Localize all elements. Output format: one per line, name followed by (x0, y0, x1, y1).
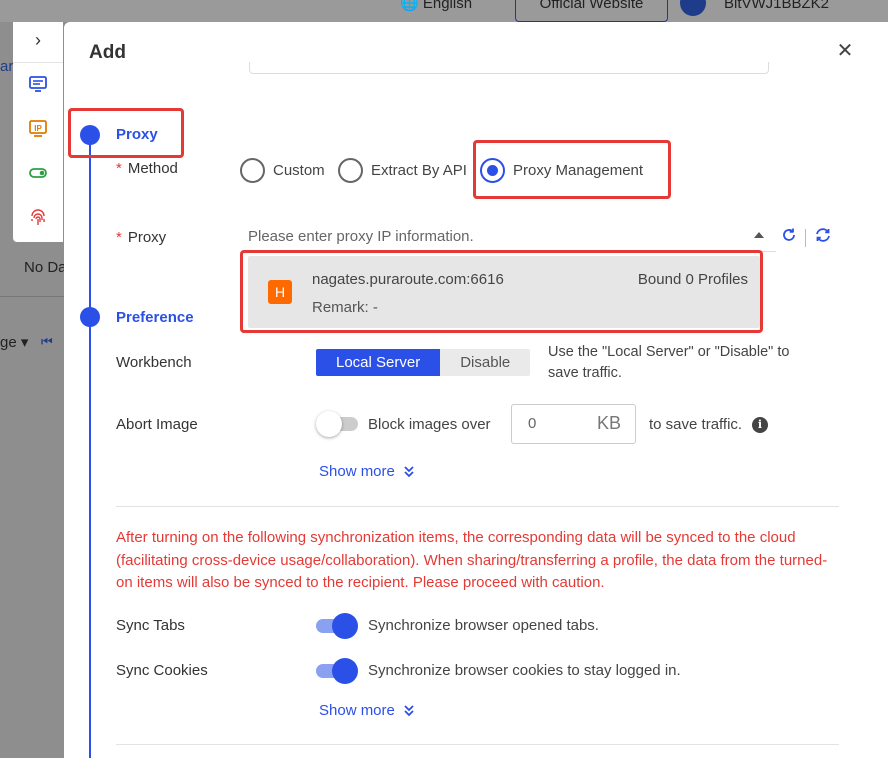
method-label: * Method (116, 160, 178, 177)
user-id: BitVWJ1BBZK2 (724, 0, 830, 12)
actions-divider (805, 228, 806, 247)
radio-label-proxy-management: Proxy Management (513, 161, 644, 179)
timeline-dot-proxy (80, 125, 100, 145)
abort-image-prefix: Block images over (368, 416, 491, 433)
close-icon[interactable]: ✕ (836, 41, 854, 61)
workbench-hint-line-2: save traffic. (548, 365, 622, 381)
workbench-option-disable[interactable]: Disable (440, 349, 531, 376)
language-selector[interactable]: 🌐 English (400, 0, 472, 22)
abort-image-size-unit: KB (596, 413, 621, 433)
section-title-proxy: Proxy (116, 126, 158, 143)
radio-circle-custom[interactable] (240, 157, 265, 183)
ip-icon[interactable]: IP (28, 119, 48, 139)
proxy-label: * Proxy (116, 229, 166, 246)
abort-image-label: Abort Image (116, 416, 198, 433)
section-divider (116, 506, 839, 507)
section-divider-bottom (116, 744, 839, 745)
method-radio-extract-api[interactable]: Extract By API (338, 157, 467, 183)
double-chevron-down-icon (404, 704, 414, 716)
radio-label-extract-api: Extract By API (371, 161, 467, 179)
background-top-bar: 🌐 English Official Website BitVWJ1BBZK2 (0, 0, 888, 22)
sync-tabs-label: Sync Tabs (116, 617, 185, 634)
sync-cookies-label: Sync Cookies (116, 662, 208, 679)
sync-cookies-toggle[interactable] (316, 658, 358, 684)
show-more-label: Show more (319, 463, 395, 480)
sync-tabs-description: Synchronize browser opened tabs. (368, 617, 599, 634)
proxy-select-input[interactable]: Please enter proxy IP information. (248, 224, 776, 252)
toggle-knob (332, 613, 358, 639)
workbench-hint: Use the "Local Server" or "Disable" to s… (548, 342, 789, 384)
chevron-right-icon[interactable]: › (13, 30, 63, 51)
background-divider (0, 296, 64, 297)
show-more-label: Show more (319, 702, 395, 719)
mini-panel-divider (13, 62, 63, 63)
timeline-line (89, 132, 91, 758)
show-more-button[interactable]: Show more (319, 463, 415, 480)
first-page-icon[interactable]: ⏮ (41, 334, 53, 350)
avatar[interactable] (680, 0, 706, 16)
abort-image-toggle[interactable] (316, 411, 358, 437)
workbench-option-local-server[interactable]: Local Server (316, 349, 441, 376)
required-mark: * (116, 160, 122, 177)
proxy-actions (781, 227, 832, 248)
abort-image-size-value: 0 (528, 415, 537, 432)
proxy-provider-badge: H (268, 280, 292, 304)
sync-warning-text: After turning on the following synchroni… (116, 529, 828, 591)
method-radio-proxy-management[interactable]: Proxy Management (480, 157, 643, 183)
radio-circle-extract-api[interactable] (338, 157, 363, 183)
no-data-text: No Da (24, 259, 67, 276)
proxy-option[interactable]: H nagates.puraroute.com:6616 Remark: - B… (248, 256, 760, 328)
method-label-text: Method (127, 160, 178, 177)
fingerprint-icon[interactable] (28, 208, 48, 228)
refresh-icon[interactable] (781, 227, 797, 248)
info-icon[interactable]: i (752, 417, 768, 433)
page-size-selector[interactable]: ge ▾ (0, 333, 28, 351)
proxy-option-remark: Remark: - (312, 299, 378, 316)
sync-cookies-description: Synchronize browser cookies to stay logg… (368, 662, 681, 679)
proxy-label-text: Proxy (127, 229, 167, 246)
modal-title: Add (89, 42, 126, 63)
proxy-option-host: nagates.puraroute.com:6616 (312, 271, 504, 288)
method-radio-custom[interactable]: Custom (240, 157, 325, 183)
workbench-hint-line-1: Use the "Local Server" or "Disable" to (548, 344, 790, 360)
timeline-dot-preference (80, 307, 100, 327)
section-title-preference: Preference (116, 309, 194, 326)
caret-up-icon[interactable] (754, 232, 764, 238)
radio-label-custom: Custom (273, 161, 325, 179)
svg-text:IP: IP (34, 124, 42, 133)
abort-image-suffix: to save traffic. (649, 416, 743, 433)
monitor-icon[interactable] (28, 74, 48, 94)
toggle-knob (316, 411, 342, 437)
radio-circle-proxy-management[interactable] (480, 157, 505, 183)
previous-input-field[interactable] (249, 62, 769, 74)
workbench-segmented: Local Server Disable (316, 349, 531, 376)
sync-icon[interactable] (814, 227, 832, 248)
language-label: English (422, 0, 473, 12)
show-more-button-sync[interactable]: Show more (319, 702, 415, 719)
page-size-label: ge (0, 334, 17, 351)
background-tab: ar (0, 58, 14, 75)
add-profile-modal: Add ✕ Proxy * Method Custom Extract By AP… (64, 22, 888, 758)
proxy-dropdown: H nagates.puraroute.com:6616 Remark: - B… (248, 256, 760, 328)
official-website-button[interactable]: Official Website (515, 0, 668, 22)
mini-side-panel: › IP (13, 22, 63, 242)
toggle-knob (332, 658, 358, 684)
double-chevron-down-icon (404, 465, 414, 477)
proxy-option-bound: Bound 0 Profiles (637, 271, 748, 288)
toggle-icon[interactable] (28, 163, 48, 183)
required-mark: * (116, 229, 122, 246)
abort-image-size-input[interactable]: 0 KB (511, 404, 636, 444)
sync-tabs-toggle[interactable] (316, 613, 358, 639)
workbench-label: Workbench (116, 354, 192, 371)
